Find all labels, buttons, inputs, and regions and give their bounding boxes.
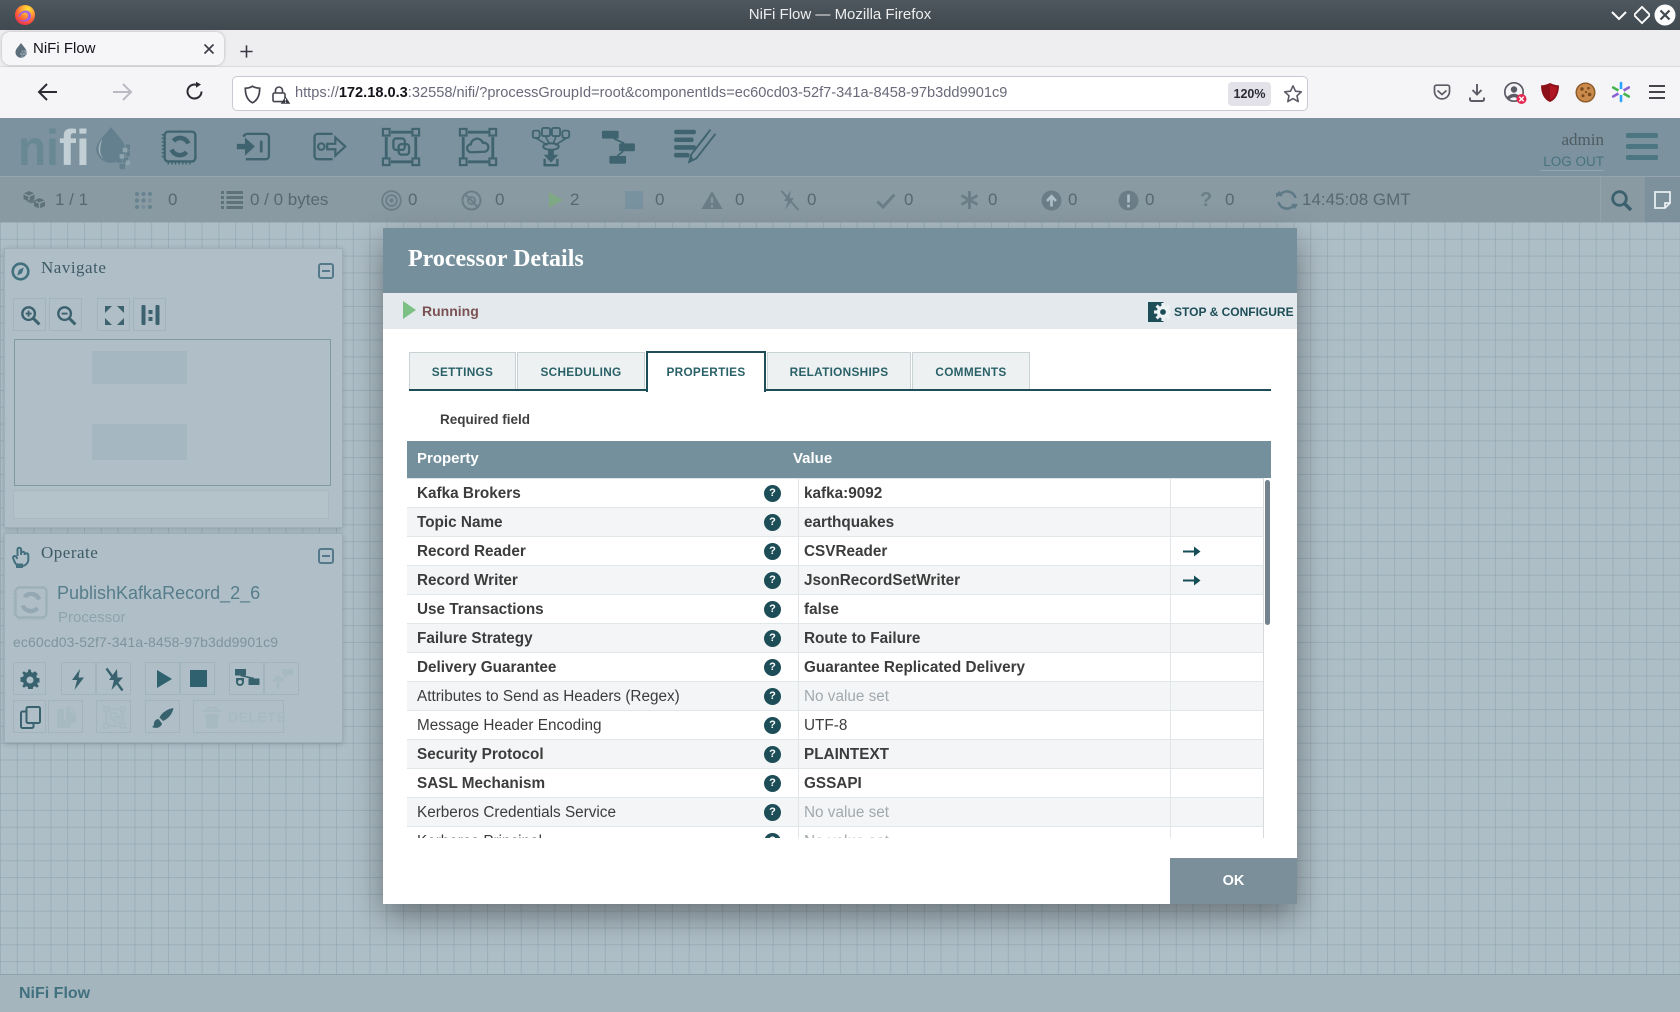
svg-text:ni: ni	[18, 121, 59, 171]
svg-text:fi: fi	[59, 121, 90, 171]
